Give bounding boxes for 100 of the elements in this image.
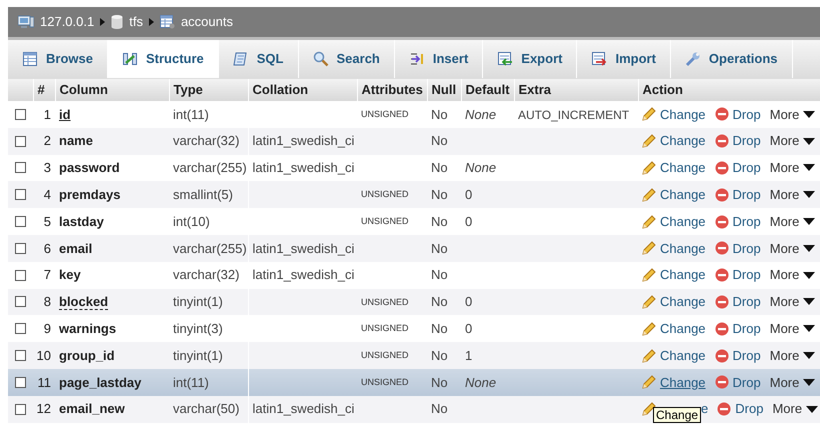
- checkbox[interactable]: [15, 242, 26, 254]
- breadcrumb-link[interactable]: tfs: [129, 12, 143, 32]
- table-cell: int(11): [173, 374, 209, 390]
- checkbox[interactable]: [15, 296, 26, 308]
- drop-link[interactable]: Drop: [714, 158, 761, 178]
- table-cell: latin1_swedish_ci: [252, 133, 354, 148]
- checkbox[interactable]: [15, 350, 26, 362]
- row-number: 6: [44, 240, 51, 256]
- no-entry-icon: [714, 134, 729, 148]
- dropdown-caret-icon: [803, 272, 816, 279]
- pencil-icon: [642, 294, 656, 309]
- row-number: 10: [36, 348, 51, 363]
- row-number: 4: [44, 187, 51, 202]
- more-menu[interactable]: More: [770, 372, 816, 392]
- drop-link[interactable]: Drop: [714, 131, 761, 151]
- change-link[interactable]: e: [701, 399, 708, 419]
- change-link[interactable]: Change: [660, 265, 706, 285]
- breadcrumb-link[interactable]: accounts: [180, 12, 233, 32]
- change-link[interactable]: Change: [660, 104, 706, 124]
- table-row[interactable]: 1 id int(11) UNSIGNED No None AUTO_INCREMENT Change Drop More: [8, 101, 820, 128]
- row-number: 11: [38, 374, 51, 390]
- breadcrumb-link[interactable]: 127.0.0.1: [40, 12, 94, 32]
- pencil-icon: [642, 160, 656, 175]
- more-menu[interactable]: More: [770, 238, 816, 258]
- checkbox[interactable]: [15, 108, 26, 120]
- table-row[interactable]: 5 lastday int(10) UNSIGNED No 0 Change Drop More: [8, 208, 820, 235]
- table-row[interactable]: 11 page_lastday int(11) UNSIGNED No None Change Drop More: [8, 368, 820, 396]
- pencil-icon: [642, 375, 656, 390]
- more-menu[interactable]: More: [770, 131, 816, 151]
- table-cell: UNSIGNED: [361, 109, 409, 119]
- change-link[interactable]: Change: [660, 238, 706, 258]
- more-menu[interactable]: More: [770, 319, 816, 339]
- table-row[interactable]: 8 blocked tinyint(1) UNSIGNED No 0 Change Drop More: [8, 288, 820, 316]
- checkbox[interactable]: [15, 162, 26, 174]
- table-row[interactable]: 12 email_new varchar(50) latin1_swedish_ci No Change e Drop More: [8, 396, 820, 423]
- table-cell: varchar(32): [173, 267, 240, 282]
- drop-link[interactable]: Drop: [714, 185, 761, 205]
- column-name: email: [59, 240, 92, 256]
- checkbox[interactable]: [15, 189, 26, 200]
- more-menu[interactable]: More: [772, 399, 818, 419]
- table-row[interactable]: 6 email varchar(255) latin1_swedish_ci No Change Drop More: [8, 234, 820, 262]
- column-name: lastday: [59, 214, 104, 229]
- drop-link[interactable]: Drop: [717, 399, 764, 419]
- change-link[interactable]: Change: [660, 292, 706, 312]
- more-menu[interactable]: More: [770, 185, 816, 205]
- table-row[interactable]: 4 premdays smallint(5) UNSIGNED No 0 Change Drop More: [8, 181, 820, 208]
- more-menu[interactable]: More: [770, 158, 816, 178]
- row-number: 8: [44, 294, 51, 310]
- drop-link[interactable]: Drop: [714, 212, 761, 232]
- more-menu[interactable]: More: [770, 212, 816, 232]
- more-menu[interactable]: More: [770, 292, 816, 312]
- no-entry-icon: [714, 160, 729, 175]
- drop-link[interactable]: Drop: [714, 238, 761, 258]
- table-cell: No: [431, 374, 448, 390]
- change-link[interactable]: Change: [660, 158, 706, 178]
- table-row[interactable]: 10 group_id tinyint(1) UNSIGNED No 1 Change Drop More: [8, 342, 820, 369]
- insert-icon: [408, 51, 425, 67]
- checkbox[interactable]: [15, 136, 26, 147]
- drop-link[interactable]: Drop: [714, 292, 761, 312]
- more-menu[interactable]: More: [770, 265, 816, 285]
- table-cell: UNSIGNED: [361, 376, 409, 387]
- table-cell: varchar(32): [173, 133, 240, 148]
- checkbox[interactable]: [15, 323, 26, 334]
- structure-icon: [122, 51, 138, 67]
- table-row[interactable]: 3 password varchar(255) latin1_swedish_ci No None Change Drop More: [8, 154, 820, 182]
- drop-link[interactable]: Drop: [714, 372, 761, 392]
- table-cell: varchar(255): [173, 240, 247, 256]
- checkbox[interactable]: [15, 216, 26, 228]
- column-name: premdays: [59, 187, 120, 202]
- table-row[interactable]: 2 name varchar(32) latin1_swedish_ci No Change Drop More: [8, 128, 820, 155]
- table-cell: latin1_swedish_ci: [252, 160, 354, 176]
- tab[interactable]: Structure: [108, 40, 219, 78]
- drop-link[interactable]: Drop: [714, 319, 761, 339]
- table-cell: varchar(255): [173, 160, 247, 176]
- table-cell: int(10): [173, 214, 210, 229]
- change-link[interactable]: Change: [660, 319, 706, 339]
- pencil-icon: [642, 348, 656, 363]
- change-link[interactable]: Change: [660, 131, 706, 151]
- drop-link[interactable]: Drop: [714, 104, 761, 124]
- checkbox[interactable]: [15, 270, 26, 281]
- dropdown-caret-icon: [803, 191, 816, 198]
- more-menu[interactable]: More: [770, 104, 816, 124]
- table-cell: None: [465, 374, 496, 390]
- change-link[interactable]: Change: [660, 346, 706, 366]
- table-icon: [160, 15, 175, 29]
- drop-link[interactable]: Drop: [714, 265, 761, 285]
- drop-link[interactable]: Drop: [714, 346, 761, 366]
- row-number: 7: [44, 267, 51, 282]
- pencil-icon: [642, 134, 656, 148]
- checkbox[interactable]: [15, 376, 26, 388]
- change-link[interactable]: Change: [660, 212, 706, 232]
- checkbox[interactable]: [15, 404, 26, 415]
- change-link[interactable]: Change: [660, 372, 706, 392]
- more-menu[interactable]: More: [770, 346, 816, 366]
- table-cell: 0: [465, 187, 472, 202]
- column-name: group_id: [59, 348, 115, 363]
- table-cell: No: [431, 348, 448, 363]
- table-cell: UNSIGNED: [361, 296, 409, 307]
- change-link[interactable]: Change: [660, 185, 706, 205]
- search-icon: [312, 51, 328, 67]
